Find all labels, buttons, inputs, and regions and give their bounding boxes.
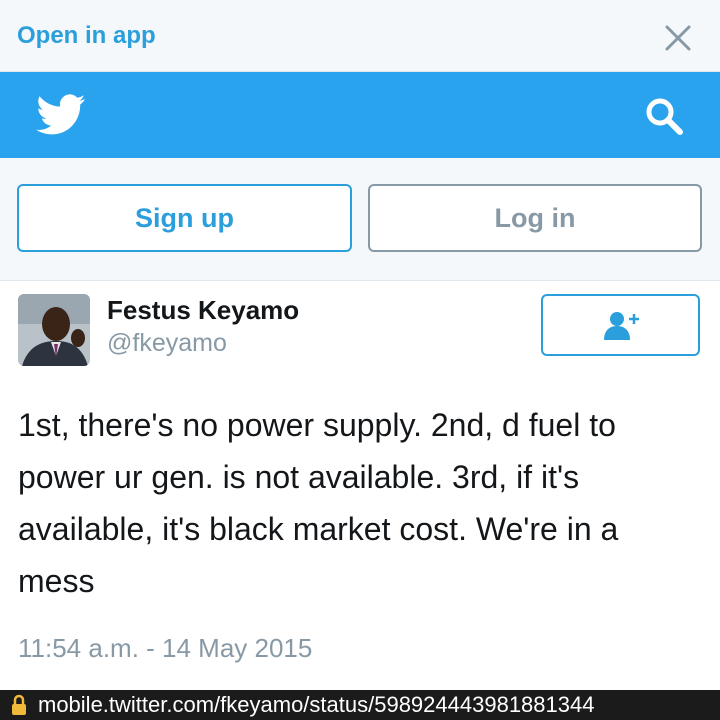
lock-icon <box>12 694 26 715</box>
sign-up-button[interactable]: Sign up <box>17 184 352 252</box>
close-icon[interactable] <box>664 24 692 52</box>
page-url[interactable]: mobile.twitter.com/fkeyamo/status/598924… <box>38 692 594 718</box>
avatar-photo <box>18 294 90 366</box>
auth-buttons-row: Sign up Log in <box>0 158 720 280</box>
add-user-icon <box>603 312 639 340</box>
open-in-app-link[interactable]: Open in app <box>17 22 156 50</box>
browser-url-bar: mobile.twitter.com/fkeyamo/status/598924… <box>0 690 720 720</box>
top-navigation-bar <box>0 72 720 158</box>
tweet-text: 1st, there's no power supply. 2nd, d fue… <box>18 407 619 599</box>
tweet-timestamp[interactable]: 11:54 a.m. - 14 May 2015 <box>18 633 312 664</box>
twitter-bird-icon[interactable] <box>36 94 86 136</box>
username[interactable]: @fkeyamo <box>107 329 227 358</box>
display-name[interactable]: Festus Keyamo <box>107 295 299 326</box>
log-in-button[interactable]: Log in <box>368 184 702 252</box>
follow-button[interactable] <box>541 294 700 356</box>
avatar[interactable] <box>18 294 90 366</box>
search-icon[interactable] <box>642 94 686 138</box>
open-in-app-banner: Open in app <box>0 0 720 72</box>
tweet-card: Festus Keyamo @fkeyamo 1st, there's no p… <box>0 280 720 690</box>
